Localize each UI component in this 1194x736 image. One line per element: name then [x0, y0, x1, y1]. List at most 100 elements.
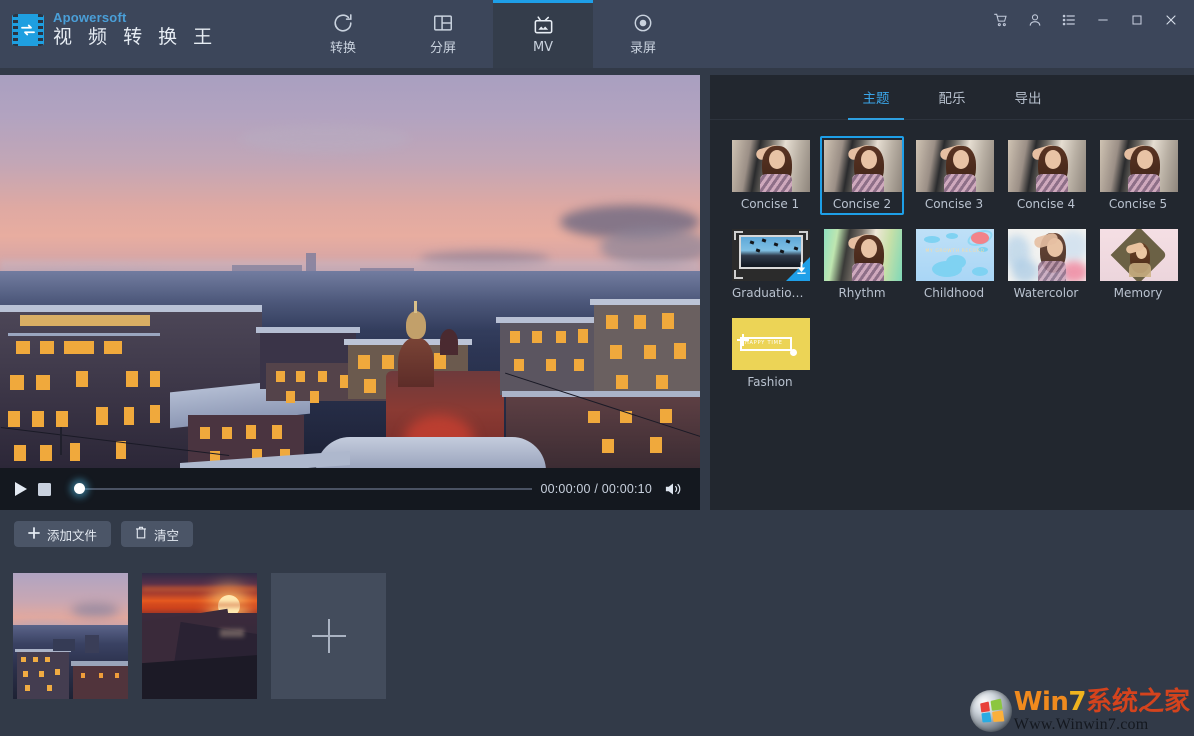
spire [414, 301, 417, 313]
snow-roof [71, 661, 128, 666]
window [434, 353, 446, 369]
windows-logo-icon [970, 690, 1012, 732]
theme-label: Fashion [732, 375, 808, 389]
tab-export-label: 导出 [1015, 87, 1042, 107]
theme-item-fashion[interactable]: HAPPY TIME Fashion [728, 314, 812, 393]
theme-thumbnail [1100, 140, 1178, 192]
window [296, 371, 305, 382]
seek-handle[interactable] [74, 483, 85, 494]
window [16, 341, 30, 354]
window [246, 425, 256, 439]
account-icon[interactable] [1018, 5, 1052, 35]
add-file-button[interactable]: 添加文件 [14, 521, 111, 547]
tab-mv[interactable]: MV [493, 0, 593, 68]
theme-thumbnail [1008, 140, 1086, 192]
theme-thumbnail [1008, 229, 1086, 281]
cloud-band [142, 603, 257, 607]
window [602, 439, 614, 453]
window [104, 341, 122, 354]
tab-music[interactable]: 配乐 [919, 75, 985, 119]
theme-thumbnail [732, 140, 810, 192]
snow-roof [502, 391, 700, 397]
theme-thumbnail [732, 229, 810, 281]
theme-item-concise-3[interactable]: Concise 3 [912, 136, 996, 215]
record-icon [632, 12, 654, 34]
window [150, 371, 160, 387]
theme-thumbnail [824, 140, 902, 192]
window [674, 343, 686, 359]
theme-item-watercolor[interactable]: Watercolor [1004, 225, 1088, 304]
window [99, 673, 103, 678]
tab-record[interactable]: 录屏 [593, 0, 693, 68]
tab-splitscreen-label: 分屏 [430, 37, 456, 56]
theme-item-graduation[interactable]: Graduation... [728, 225, 812, 304]
snow-dome [316, 437, 546, 468]
window [318, 371, 327, 382]
seek-track [74, 488, 532, 490]
snow-roof [496, 317, 600, 323]
maximize-button[interactable] [1120, 5, 1154, 35]
add-media-tile[interactable] [271, 573, 386, 699]
window [39, 671, 44, 677]
window [23, 671, 28, 677]
window [660, 409, 672, 423]
window [10, 375, 24, 390]
filmstrip-item-sunset[interactable] [142, 573, 257, 699]
window [574, 359, 584, 371]
theme-label: Graduation... [732, 286, 808, 300]
tab-convert-label: 转换 [330, 37, 356, 56]
theme-item-rhythm[interactable]: Rhythm [820, 225, 904, 304]
window [150, 405, 160, 423]
window [70, 443, 80, 461]
clear-button[interactable]: 清空 [121, 521, 193, 547]
close-button[interactable] [1154, 5, 1188, 35]
pole [60, 427, 62, 455]
panel-tabs: 主题 配乐 导出 [710, 75, 1194, 120]
window [32, 411, 44, 427]
watermark-url: Www.Winwin7.com [1014, 717, 1190, 733]
tab-theme[interactable]: 主题 [843, 75, 909, 119]
volume-icon[interactable] [664, 481, 686, 497]
player-controls: 00:00:00 / 00:00:10 [0, 468, 700, 510]
theme-item-concise-2[interactable]: Concise 2 [820, 136, 904, 215]
theme-label: Concise 3 [916, 197, 992, 211]
window [81, 673, 85, 678]
theme-item-memory[interactable]: Memory [1096, 225, 1180, 304]
theme-item-concise-4[interactable]: Concise 4 [1004, 136, 1088, 215]
theme-item-concise-1[interactable]: Concise 1 [728, 136, 812, 215]
filmstrip-item-city[interactable] [13, 573, 128, 699]
tower [440, 329, 458, 355]
brand: Apowersoft 视 频 转 换 王 [12, 10, 217, 49]
action-bar: 添加文件 清空 [14, 521, 193, 547]
window [222, 427, 232, 439]
video-convert-logo-icon [12, 14, 44, 46]
window [588, 411, 600, 423]
theme-item-concise-5[interactable]: Concise 5 [1096, 136, 1180, 215]
theme-label: Rhythm [824, 286, 900, 300]
tab-convert[interactable]: 转换 [293, 0, 393, 68]
watermark-win: Win [1014, 689, 1069, 715]
minimize-button[interactable] [1086, 5, 1120, 35]
tab-export[interactable]: 导出 [995, 75, 1061, 119]
cart-icon[interactable] [984, 5, 1018, 35]
theme-item-childhood[interactable]: MY GROWTH RECORD Childhood [912, 225, 996, 304]
theme-thumbnail: MY GROWTH RECORD [916, 229, 994, 281]
seek-slider[interactable] [74, 479, 532, 499]
snow-roof [0, 305, 262, 312]
add-file-label: 添加文件 [47, 525, 97, 544]
play-icon[interactable] [14, 481, 38, 497]
stop-icon[interactable] [38, 483, 68, 496]
window [115, 673, 119, 678]
window [40, 445, 52, 461]
tab-splitscreen[interactable]: 分屏 [393, 0, 493, 68]
window [96, 407, 108, 425]
menu-icon[interactable] [1052, 5, 1086, 35]
theme-overlay-text: HAPPY TIME [745, 340, 783, 346]
theme-thumbnail [1100, 229, 1178, 281]
window [64, 341, 94, 354]
theme-label: Concise 4 [1008, 197, 1084, 211]
window [578, 329, 588, 343]
main-nav-tabs: 转换 分屏 MV 录屏 [293, 0, 693, 68]
video-preview[interactable] [0, 75, 700, 468]
film-strip [13, 573, 386, 699]
